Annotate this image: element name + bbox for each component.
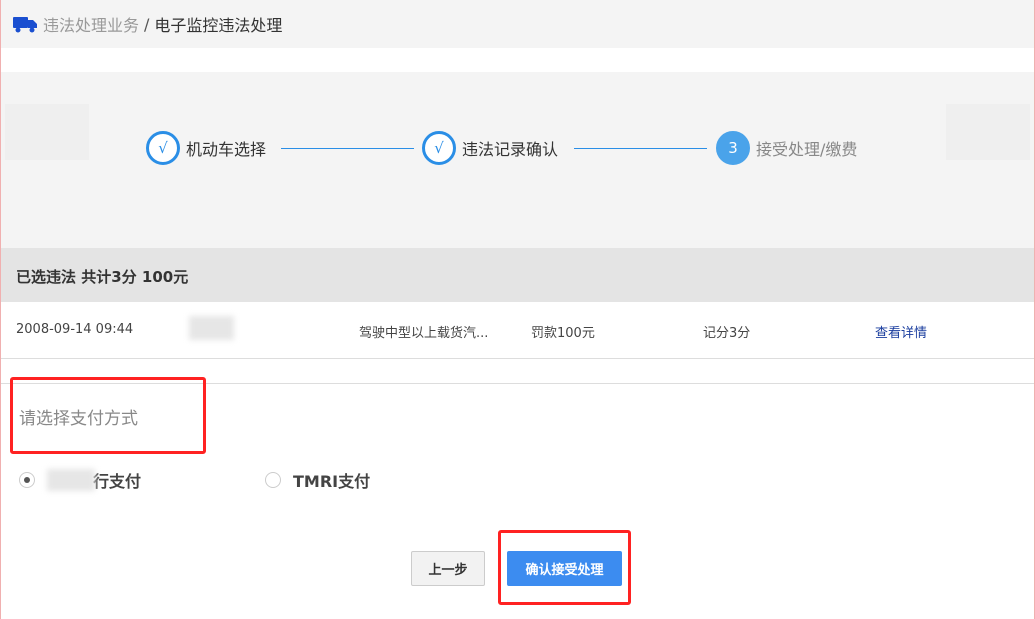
violation-time: 2008-09-14 09:44 [16, 322, 134, 337]
step-connector [574, 148, 707, 149]
step-confirm-record: √ 违法记录确认 [422, 131, 558, 165]
radio-bank-pay[interactable]: 行支付 [19, 468, 141, 492]
step-number: 3 [716, 131, 750, 165]
redacted-plate [189, 316, 234, 340]
step-label: 违法记录确认 [462, 140, 559, 159]
radio-label: TMRI支付 [293, 472, 371, 491]
prev-step-button[interactable]: 上一步 [411, 551, 485, 586]
step-label: 接受处理/缴费 [756, 140, 858, 159]
step-accept-pay: 3 接受处理/缴费 [716, 131, 857, 165]
step-label: 机动车选择 [186, 140, 267, 159]
confirm-accept-button[interactable]: 确认接受处理 [507, 551, 622, 586]
breadcrumb: 违法处理业务 / 电子监控违法处理 [1, 0, 1034, 48]
table-row: 2008-09-14 09:44 驾驶中型以上载货汽... 罚款100元 记分3… [1, 302, 1034, 359]
placeholder-block [946, 104, 1030, 160]
step-vehicle: √ 机动车选择 [146, 131, 266, 165]
violation-desc: 驾驶中型以上载货汽... [359, 326, 489, 341]
radio-button[interactable] [19, 472, 35, 488]
violation-fine: 罚款100元 [531, 326, 595, 341]
breadcrumb-current: 电子监控违法处理 [154, 16, 283, 35]
truck-icon [13, 17, 37, 33]
payment-section: 请选择支付方式 行支付 TMRI支付 上一步 确认接受处理 [1, 377, 1034, 619]
check-icon: √ [146, 131, 180, 165]
placeholder-block [5, 104, 89, 160]
breadcrumb-separator: / [144, 14, 150, 34]
progress-steps: √ 机动车选择 √ 违法记录确认 3 接受处理/缴费 [1, 72, 1034, 248]
redacted-bank [47, 469, 95, 491]
violation-points: 记分3分 [703, 326, 751, 341]
highlight-box [10, 377, 206, 454]
breadcrumb-parent[interactable]: 违法处理业务 [43, 12, 139, 36]
selected-summary: 已选违法 共计3分 100元 [1, 248, 1034, 302]
step-connector [281, 148, 414, 149]
check-icon: √ [422, 131, 456, 165]
radio-tmri-pay[interactable]: TMRI支付 [265, 468, 370, 492]
view-details-link[interactable]: 查看详情 [875, 322, 927, 341]
radio-label: 行支付 [93, 472, 142, 491]
radio-button[interactable] [265, 472, 281, 488]
